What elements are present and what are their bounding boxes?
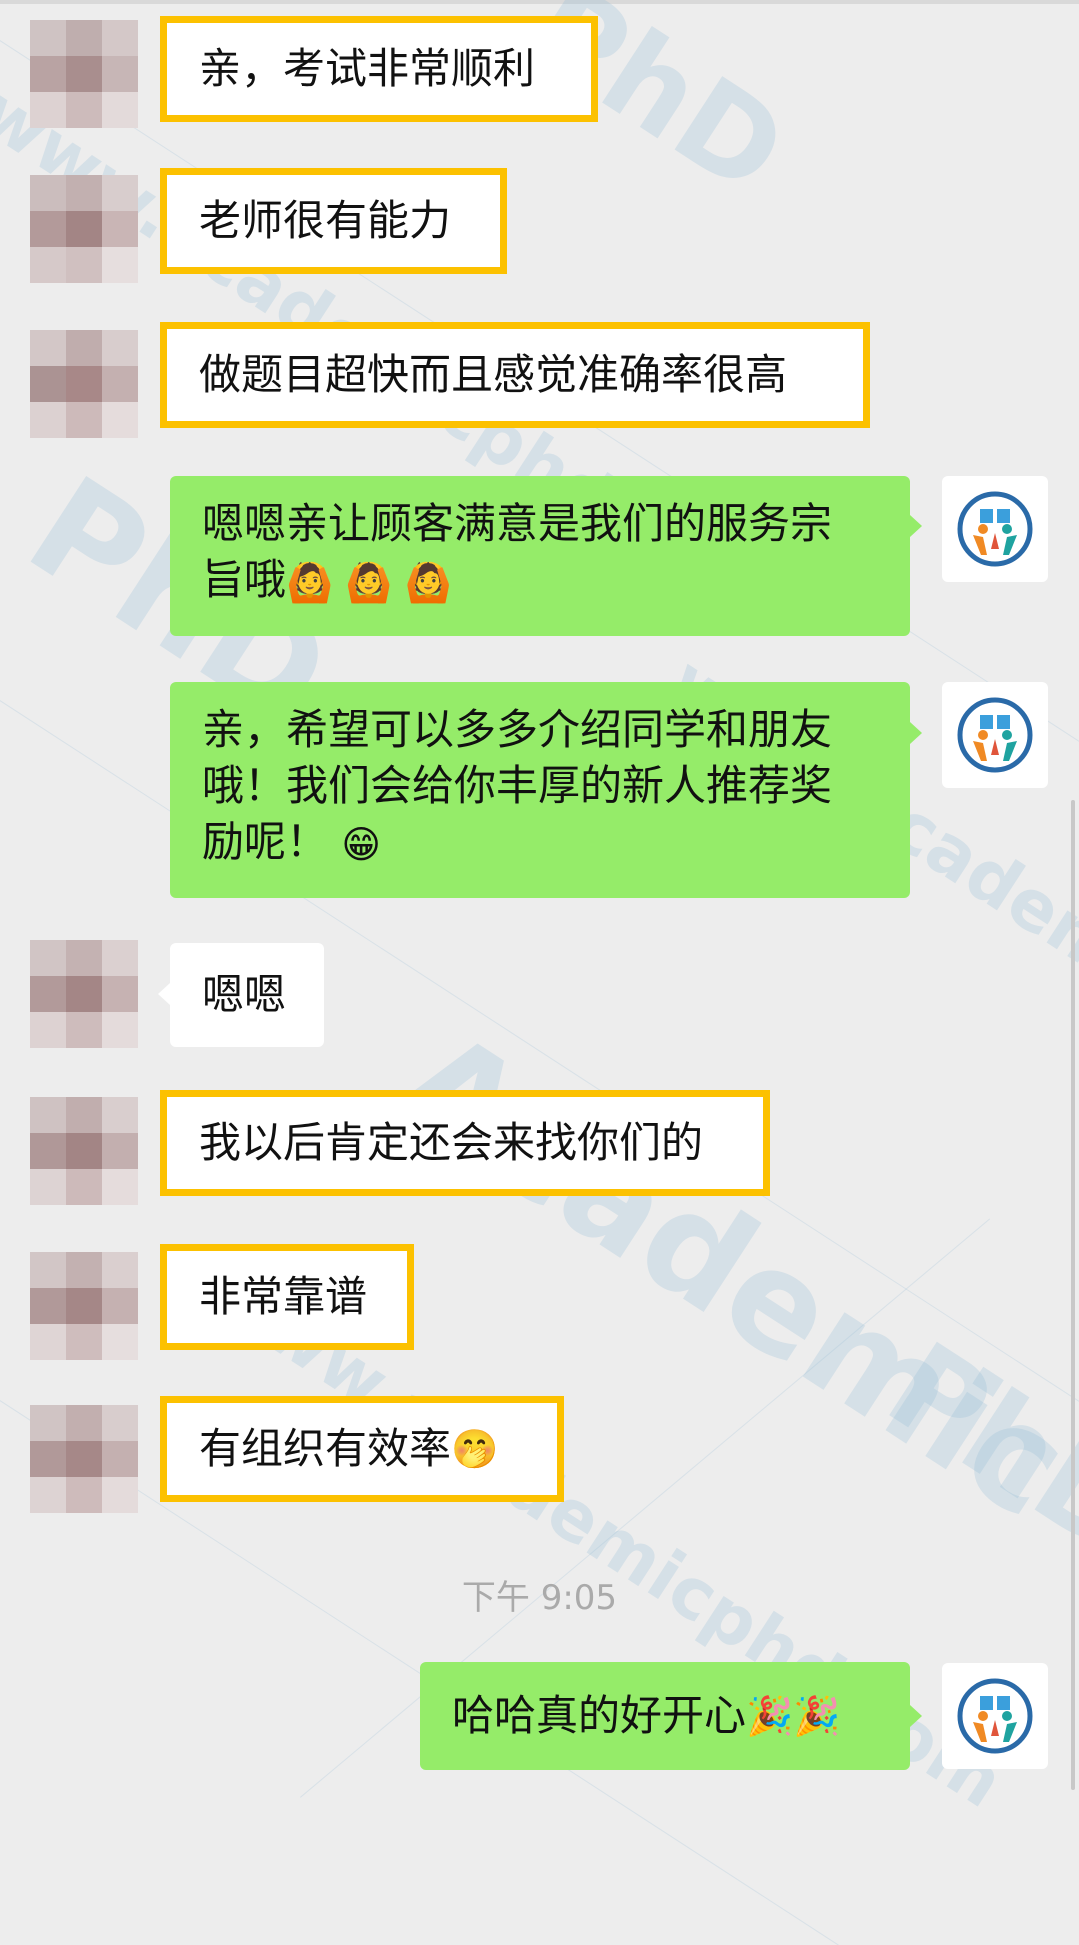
grin-emoji-icon: 😁 (341, 822, 381, 867)
message-bubble[interactable]: 嗯嗯 (170, 943, 324, 1047)
contact-avatar[interactable] (30, 175, 138, 283)
message-bubble[interactable]: 老师很有能力 (160, 168, 507, 274)
academic-logo-icon (957, 697, 1033, 773)
watermark-phd-3: PhD (864, 1316, 1079, 1583)
message-text: 我以后肯定还会来找你们的 (199, 1118, 704, 1167)
contact-avatar[interactable] (30, 330, 138, 438)
message-text: 非常靠谱 (199, 1272, 368, 1321)
contact-avatar[interactable] (30, 1405, 138, 1513)
hand-over-mouth-emoji-icon: 🤭 (451, 1427, 499, 1471)
message-text: 亲，考试非常顺利 (199, 44, 536, 93)
message-text: 嗯嗯 (202, 970, 287, 1019)
message-text: 做题目超快而且感觉准确率很高 (199, 350, 788, 399)
outgoing-message-bubble[interactable]: 亲，希望可以多多介绍同学和朋友 哦！我们会给你丰厚的新人推荐奖 励呢！ 😁 (170, 682, 910, 898)
contact-avatar[interactable] (30, 1097, 138, 1205)
party-popper-emoji-icon: 🎉🎉 (746, 1694, 841, 1738)
own-avatar[interactable] (942, 1663, 1048, 1769)
academic-logo-icon (957, 491, 1033, 567)
message-text-line-2: 旨哦 (202, 555, 287, 604)
outgoing-message-bubble[interactable]: 嗯嗯亲让顾客满意是我们的服务宗 旨哦🙆 🙆 🙆 (170, 476, 910, 636)
scrollbar[interactable] (1071, 800, 1075, 1790)
message-bubble[interactable]: 做题目超快而且感觉准确率很高 (160, 322, 870, 428)
doll-emoji-icon: 🙆 🙆 🙆 (286, 560, 453, 605)
outgoing-message-bubble[interactable]: 哈哈真的好开心 🎉🎉 (420, 1662, 910, 1770)
message-bubble[interactable]: 非常靠谱 (160, 1244, 414, 1350)
own-avatar[interactable] (942, 682, 1048, 788)
message-text-line-2: 哦！我们会给你丰厚的新人推荐奖 (202, 761, 833, 810)
timestamp: 下午 9:05 (461, 1578, 618, 1618)
message-text-line-1: 亲，希望可以多多介绍同学和朋友 (202, 705, 833, 754)
contact-avatar[interactable] (30, 20, 138, 128)
message-bubble[interactable]: 有组织有效率 🤭 (160, 1396, 564, 1502)
bubble-tail (910, 1705, 922, 1727)
top-divider (0, 0, 1079, 4)
message-text-line-3: 励呢！ (202, 817, 329, 866)
message-text: 老师很有能力 (199, 196, 452, 245)
bubble-tail (910, 722, 922, 744)
message-bubble[interactable]: 我以后肯定还会来找你们的 (160, 1090, 770, 1196)
own-avatar[interactable] (942, 476, 1048, 582)
bubble-tail (910, 515, 922, 537)
contact-avatar[interactable] (30, 940, 138, 1048)
contact-avatar[interactable] (30, 1252, 138, 1360)
bubble-tail (158, 983, 170, 1005)
message-text: 有组织有效率 (199, 1424, 452, 1473)
message-bubble[interactable]: 亲，考试非常顺利 (160, 16, 598, 122)
message-text-line-1: 嗯嗯亲让顾客满意是我们的服务宗 (202, 499, 833, 548)
message-text: 哈哈真的好开心 (452, 1691, 747, 1740)
academic-logo-icon (957, 1678, 1033, 1754)
